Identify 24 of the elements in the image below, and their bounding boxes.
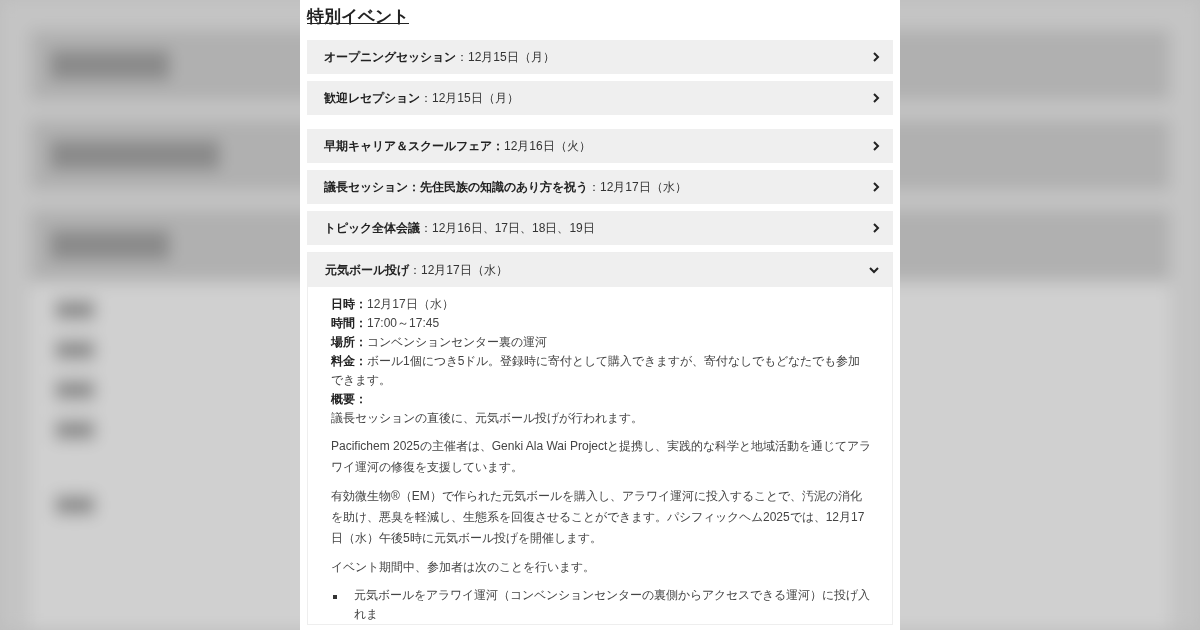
section-heading: 特別イベント: [307, 6, 409, 28]
accordion-header[interactable]: 元気ボール投げ：12月17日（水）: [308, 252, 892, 287]
summary-text: 議長セッションの直後に、元気ボール投げが行われます。: [331, 409, 644, 427]
accordion-header[interactable]: 議長セッション：先住民族の知識のあり方を祝う：12月17日（水）: [307, 169, 893, 204]
detail-line: 概要：: [331, 390, 368, 408]
detail-line: 料金：ボール1個につき5ドル。登録時に寄付として購入できますが、寄付なしでもどなたでも参加できます。: [331, 352, 862, 389]
detail-line: 時間：17:00～17:45: [331, 314, 441, 332]
event-title: オープニングセッション：12月15日（月）: [324, 48, 555, 66]
paragraph: 有効微生物®（EM）で作られた元気ボールを購入し、アラワイ運河に投入することで、汚泥の消化を助け、悪臭を軽減し、生態系を回復させることができます。パシフィックヘム2025では、12月17日（水）午後5時に元気ボール投げを開催します。: [331, 487, 866, 547]
event-title: 元気ボール投げ：12月17日（水）: [325, 261, 508, 279]
event-title: トピック全体会議：12月16日、17日、18日、19日: [324, 219, 595, 237]
paragraph: イベント期間中、参加者は次のことを行います。: [331, 558, 596, 576]
event-title: 議長セッション：先住民族の知識のあり方を祝う：12月17日（水）: [324, 178, 687, 196]
accordion-header[interactable]: トピック全体会議：12月16日、17日、18日、19日: [307, 210, 893, 245]
detail-line: 場所：コンベンションセンター裏の運河: [331, 333, 548, 351]
bullet-icon: [333, 594, 337, 599]
accordion-header[interactable]: オープニングセッション：12月15日（月）: [307, 39, 893, 74]
event-title: 早期キャリア＆スクールフェア：12月16日（火）: [324, 137, 591, 155]
paragraph: Pacifichem 2025の主催者は、Genki Ala Wai Projectと提携し、実践的な科学と地域活動を通じてアラワイ運河の修復を支援しています。: [331, 437, 872, 476]
list-item-text: 元気ボールをアラワイ運河（コンベンションセンターの裏側からアクセスできる運河）に投げ入れま: [354, 586, 871, 623]
accordion-header[interactable]: 早期キャリア＆スクールフェア：12月16日（火）: [307, 128, 893, 163]
accordion-header[interactable]: 歓迎レセプション：12月15日（月）: [307, 80, 893, 115]
detail-line: 日時：12月17日（水）: [331, 295, 455, 313]
event-title: 歓迎レセプション：12月15日（月）: [324, 89, 519, 107]
